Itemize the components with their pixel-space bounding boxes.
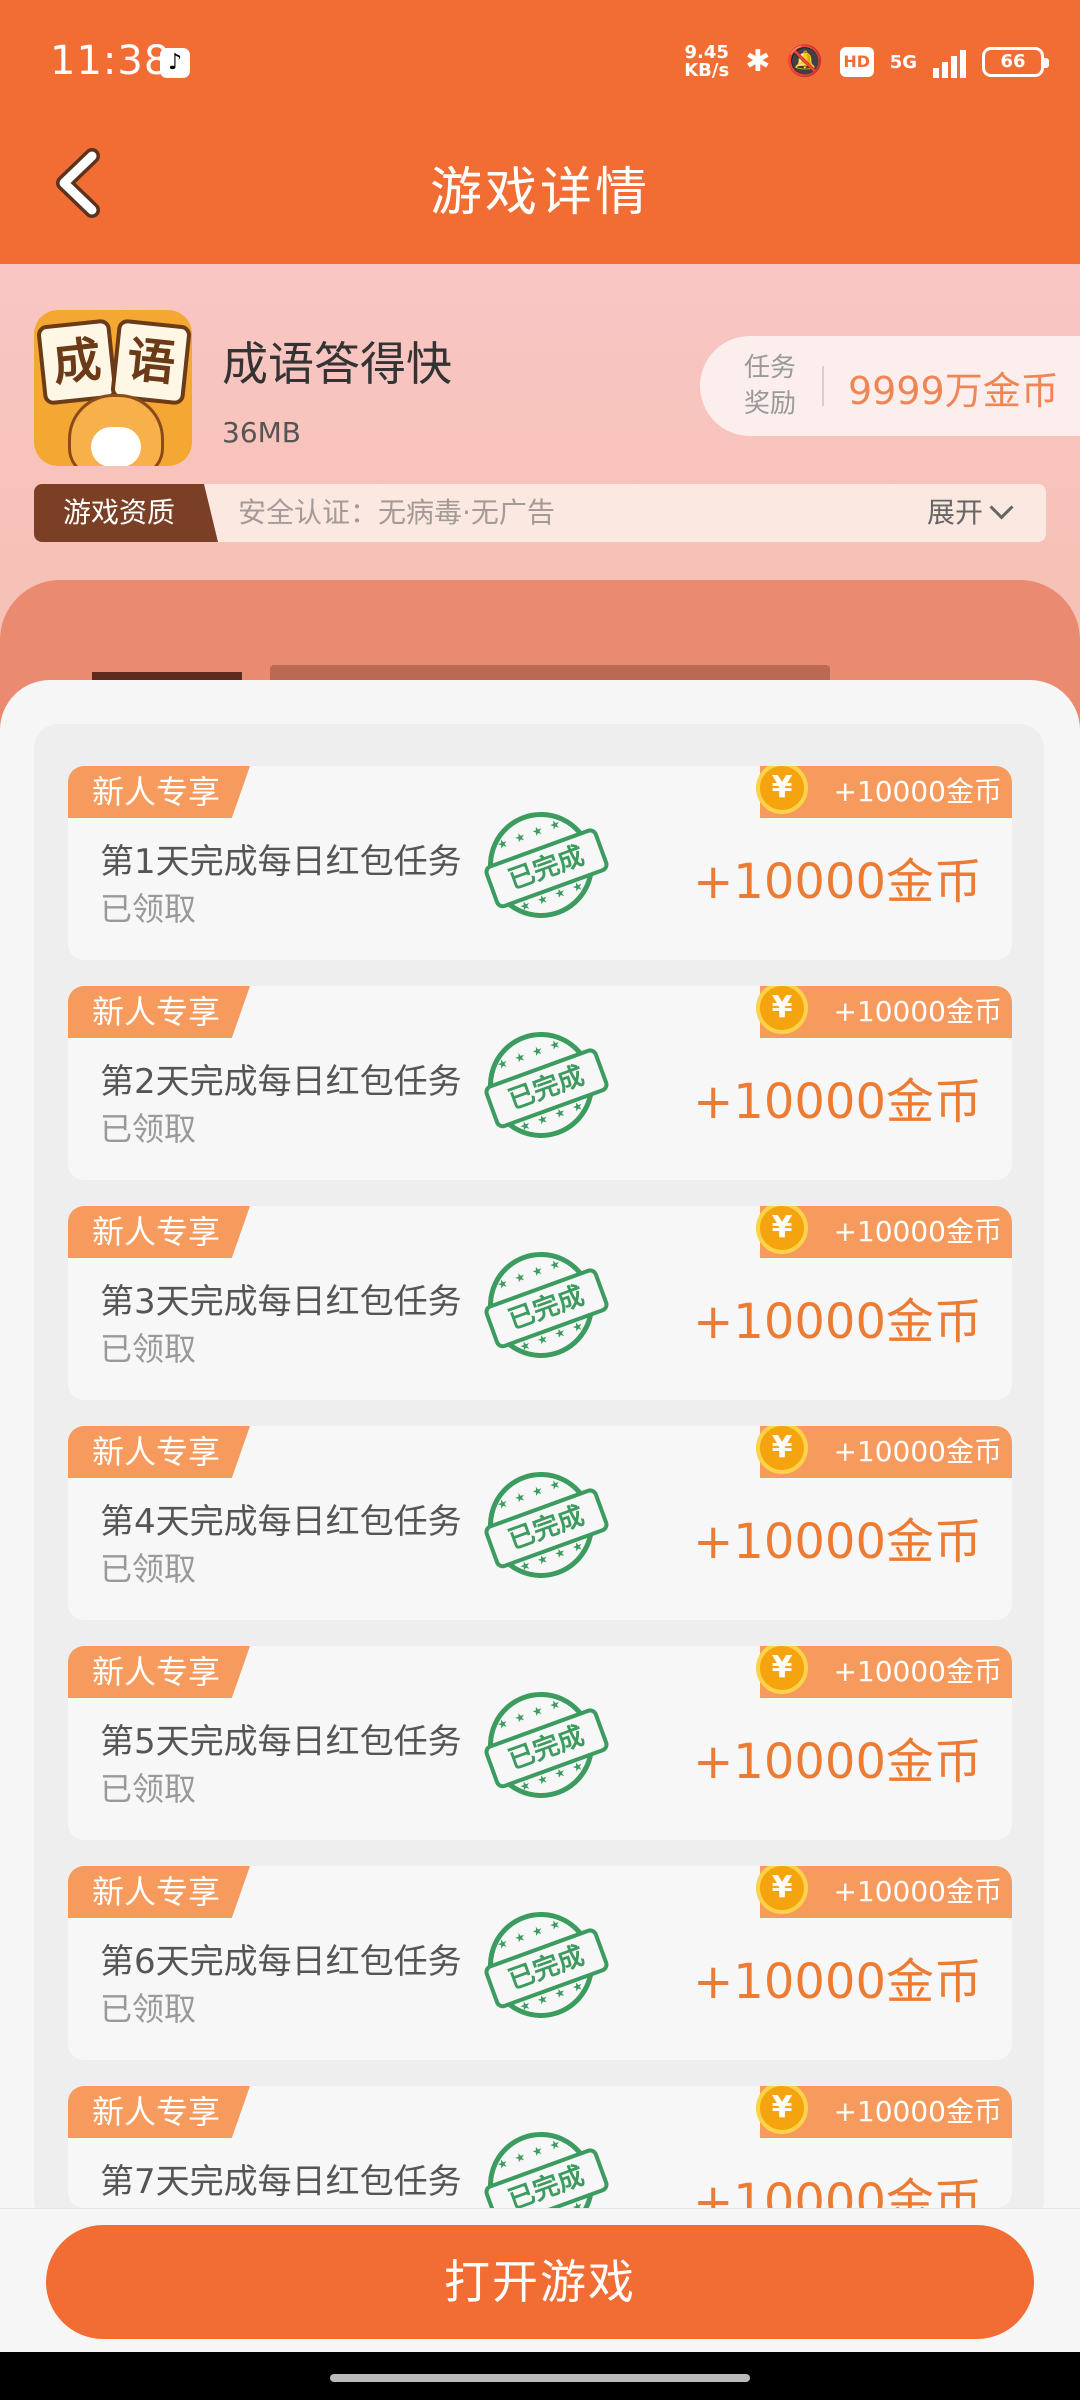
task-reward: +10000金币 bbox=[693, 2174, 982, 2208]
task-reward-pill: 任务奖励 9999万金币 bbox=[700, 336, 1080, 436]
reward-chip: ¥ +10000金币 bbox=[756, 2086, 1012, 2138]
reward-label: 任务奖励 bbox=[743, 353, 796, 419]
chip-text: +10000金币 bbox=[833, 1875, 1002, 1908]
reward-chip: ¥ +10000金币 bbox=[756, 1646, 1012, 1698]
task-status: 已领取 bbox=[100, 1330, 197, 1368]
new-user-badge: 新人专享 bbox=[68, 1426, 250, 1478]
completed-stamp-icon: ★ ★ ★ ★已完成★ ★ ★ ★ bbox=[473, 797, 611, 933]
expand-button[interactable]: 展开 bbox=[926, 484, 1014, 542]
task-title: 第6天完成每日红包任务 bbox=[100, 1942, 462, 1982]
signal-icon bbox=[933, 46, 966, 78]
task-reward: +10000金币 bbox=[693, 1734, 982, 1790]
completed-stamp-icon: ★ ★ ★ ★已完成★ ★ ★ ★ bbox=[473, 1237, 611, 1373]
task-title: 第3天完成每日红包任务 bbox=[100, 1282, 462, 1322]
reward-chip: ¥ +10000金币 bbox=[756, 766, 1012, 818]
expand-label: 展开 bbox=[926, 496, 983, 529]
qualification-text: 安全认证：无病毒·无广告 bbox=[238, 496, 555, 529]
chip-text: +10000金币 bbox=[833, 1215, 1002, 1248]
task-reward: +10000金币 bbox=[693, 854, 982, 910]
net-speed: 9.45 KB/s bbox=[684, 44, 729, 80]
coin-icon: ¥ bbox=[756, 2086, 808, 2134]
task-title: 第7天完成每日红包任务 bbox=[100, 2162, 462, 2202]
qualification-bar[interactable]: 游戏资质 安全认证：无病毒·无广告 展开 bbox=[34, 484, 1046, 542]
completed-stamp-icon: ★ ★ ★ ★已完成★ ★ ★ ★ bbox=[473, 1017, 611, 1153]
new-user-badge: 新人专享 bbox=[68, 1866, 250, 1918]
net-speed-unit: KB/s bbox=[684, 60, 730, 81]
task-card[interactable]: 新人专享 第6天完成每日红包任务 已领取 ★ ★ ★ ★ 已完成 ★ ★ ★ ★ ¥… bbox=[68, 1866, 1012, 2060]
task-status: 已领取 bbox=[100, 1990, 197, 2028]
bottom-action-bar: 打开游戏 bbox=[0, 2208, 1080, 2353]
completed-stamp-icon: ★ ★ ★ ★已完成★ ★ ★ ★ bbox=[473, 2117, 611, 2208]
task-card[interactable]: 新人专享 第2天完成每日红包任务 已领取 ★ ★ ★ ★ 已完成 ★ ★ ★ ★ ¥… bbox=[68, 986, 1012, 1180]
coin-icon: ¥ bbox=[756, 766, 808, 814]
task-reward: +10000金币 bbox=[693, 1074, 982, 1130]
game-name: 成语答得快 bbox=[222, 337, 452, 391]
new-user-badge: 新人专享 bbox=[68, 1206, 250, 1258]
reward-value: 9999万金币 bbox=[848, 369, 1059, 413]
home-indicator[interactable] bbox=[330, 2374, 750, 2382]
task-status: 已领取 bbox=[100, 1110, 197, 1148]
icon-tile-1: 成 bbox=[36, 318, 118, 406]
status-bar: 11:38 ♪ 9.45 KB/s ✱ 🔕 HD 5G 66 bbox=[0, 0, 1080, 120]
chip-text: +10000金币 bbox=[833, 2095, 1002, 2128]
status-icons: 9.45 KB/s ✱ 🔕 HD 5G 66 bbox=[684, 40, 1049, 84]
new-user-badge: 新人专享 bbox=[68, 1646, 250, 1698]
task-card[interactable]: 新人专享 第3天完成每日红包任务 已领取 ★ ★ ★ ★ 已完成 ★ ★ ★ ★ ¥… bbox=[68, 1206, 1012, 1400]
task-reward: +10000金币 bbox=[693, 1514, 982, 1570]
completed-stamp-icon: ★ ★ ★ ★已完成★ ★ ★ ★ bbox=[473, 1897, 611, 2033]
top-bar: 11:38 ♪ 9.45 KB/s ✱ 🔕 HD 5G 66 游戏详情 bbox=[0, 0, 1080, 264]
system-nav-bar bbox=[0, 2352, 1080, 2400]
task-card[interactable]: 新人专享 第1天完成每日红包任务 已领取 ★ ★ ★ ★ 已完成 ★ ★ ★ ★ ¥… bbox=[68, 766, 1012, 960]
task-status: 已领取 bbox=[100, 1770, 197, 1808]
task-card[interactable]: 新人专享 第5天完成每日红包任务 已领取 ★ ★ ★ ★ 已完成 ★ ★ ★ ★ ¥… bbox=[68, 1646, 1012, 1840]
new-user-badge: 新人专享 bbox=[68, 766, 250, 818]
reward-chip: ¥ +10000金币 bbox=[756, 1866, 1012, 1918]
network-type: 5G bbox=[889, 51, 917, 73]
chip-text: +10000金币 bbox=[833, 995, 1002, 1028]
coin-icon: ¥ bbox=[756, 986, 808, 1034]
mute-bell-icon: 🔕 bbox=[786, 44, 824, 79]
new-user-badge: 新人专享 bbox=[68, 2086, 250, 2138]
task-card[interactable]: 新人专享 第7天完成每日红包任务 ★ ★ ★ ★已完成★ ★ ★ ★ ¥ +100… bbox=[68, 2086, 1012, 2208]
status-time: 11:38 bbox=[50, 38, 171, 84]
task-status: 已领取 bbox=[100, 890, 197, 928]
chip-text: +10000金币 bbox=[833, 1655, 1002, 1688]
page-title: 游戏详情 bbox=[429, 163, 650, 223]
game-size: 36MB bbox=[222, 416, 301, 449]
qualification-tag: 游戏资质 bbox=[34, 484, 218, 542]
bluetooth-icon: ✱ bbox=[745, 44, 771, 79]
task-title: 第5天完成每日红包任务 bbox=[100, 1722, 462, 1762]
task-title: 第2天完成每日红包任务 bbox=[100, 1062, 462, 1102]
reward-chip: ¥ +10000金币 bbox=[756, 1206, 1012, 1258]
task-card[interactable]: 新人专享 第4天完成每日红包任务 已领取 ★ ★ ★ ★ 已完成 ★ ★ ★ ★ ¥… bbox=[68, 1426, 1012, 1620]
task-title: 第4天完成每日红包任务 bbox=[100, 1502, 462, 1542]
task-status: 已领取 bbox=[100, 1550, 197, 1588]
coin-icon: ¥ bbox=[756, 1206, 808, 1254]
shiba-dog-icon bbox=[68, 394, 164, 466]
reward-chip: ¥ +10000金币 bbox=[756, 986, 1012, 1038]
tiktok-notification-icon: ♪ bbox=[160, 48, 190, 78]
reward-chip: ¥ +10000金币 bbox=[756, 1426, 1012, 1478]
hd-icon: HD bbox=[839, 47, 874, 77]
completed-stamp-icon: ★ ★ ★ ★已完成★ ★ ★ ★ bbox=[473, 1457, 611, 1593]
icon-tile-2: 语 bbox=[110, 318, 192, 406]
new-user-badge: 新人专享 bbox=[68, 986, 250, 1038]
chevron-down-icon bbox=[989, 495, 1014, 520]
battery-icon: 66 bbox=[982, 47, 1049, 77]
coin-icon: ¥ bbox=[756, 1866, 808, 1914]
task-reward: +10000金币 bbox=[693, 1954, 982, 2010]
open-game-button[interactable]: 打开游戏 bbox=[46, 2225, 1034, 2339]
coin-icon: ¥ bbox=[756, 1646, 808, 1694]
completed-stamp-icon: ★ ★ ★ ★已完成★ ★ ★ ★ bbox=[473, 1677, 611, 1813]
task-reward: +10000金币 bbox=[693, 1294, 982, 1350]
game-icon: 成 语 bbox=[34, 310, 192, 466]
divider bbox=[822, 366, 824, 406]
coin-icon: ¥ bbox=[756, 1426, 808, 1474]
chip-text: +10000金币 bbox=[833, 1435, 1002, 1468]
task-title: 第1天完成每日红包任务 bbox=[100, 842, 462, 882]
chip-text: +10000金币 bbox=[833, 775, 1002, 808]
